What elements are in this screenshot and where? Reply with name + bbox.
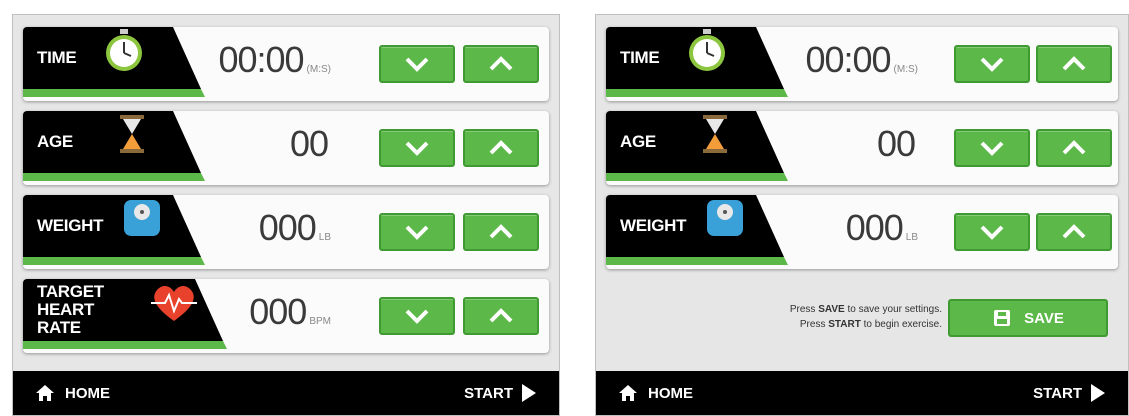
- save-icon: [994, 310, 1011, 326]
- target-heart-rate-value: 000 BPM: [249, 291, 331, 341]
- save-button[interactable]: SAVE: [948, 299, 1108, 337]
- chevron-down-icon: [980, 57, 1004, 72]
- chevron-up-icon: [489, 224, 513, 239]
- chevron-up-icon: [489, 56, 513, 71]
- heart-rate-icon: [151, 285, 197, 321]
- target-heart-rate-setting-row: TARGET HEART RATE 000 BPM: [23, 279, 549, 353]
- weight-value: 000 LB: [259, 207, 331, 257]
- chevron-up-icon: [1062, 140, 1086, 155]
- home-button[interactable]: HOME: [618, 371, 693, 415]
- home-label: HOME: [65, 384, 110, 402]
- target-heart-rate-label-line1: TARGET: [37, 282, 104, 302]
- save-label: SAVE: [1024, 309, 1064, 327]
- weight-unit: LB: [905, 232, 918, 243]
- home-icon: [36, 385, 54, 401]
- time-decrease-button[interactable]: [954, 45, 1030, 83]
- target-heart-rate-decrease-button[interactable]: [379, 297, 455, 335]
- save-instructions-line1: Press SAVE to save your settings.: [789, 304, 942, 315]
- time-setting-row: TIME 00:00 (M:S): [606, 27, 1118, 101]
- age-setting-row: AGE 00: [606, 111, 1118, 185]
- time-value: 00:00 (M:S): [218, 39, 331, 89]
- home-label: HOME: [648, 384, 693, 402]
- start-button[interactable]: START: [1033, 371, 1106, 415]
- target-heart-rate-label-line2: HEART RATE: [37, 300, 95, 337]
- age-value-number: 00: [876, 123, 916, 164]
- save-instructions-line2: Press START to begin exercise.: [799, 318, 942, 330]
- chevron-down-icon: [980, 141, 1004, 156]
- start-button[interactable]: START: [464, 371, 537, 415]
- time-decrease-button[interactable]: [379, 45, 455, 83]
- time-setting-row: TIME 00:00 (M:S): [23, 27, 549, 101]
- weight-increase-button[interactable]: [1036, 213, 1112, 251]
- target-heart-rate-increase-button[interactable]: [463, 297, 539, 335]
- weight-setting-row: WEIGHT 000 LB: [606, 195, 1118, 269]
- settings-list: TIME 00:00 (M:S) AGE 00: [606, 27, 1118, 279]
- time-label: TIME: [37, 48, 77, 68]
- play-icon: [522, 384, 536, 402]
- target-heart-rate-label: TARGET HEART RATE: [37, 279, 104, 341]
- age-label: AGE: [620, 132, 656, 152]
- footer-bar: HOME START: [13, 371, 559, 415]
- target-heart-rate-unit: BPM: [309, 316, 331, 327]
- workout-setup-screen-left: TIME 00:00 (M:S) AGE 00 WEIGHT 000 LB TA…: [12, 14, 560, 416]
- weight-unit: LB: [318, 232, 331, 243]
- weight-decrease-button[interactable]: [954, 213, 1030, 251]
- stopwatch-icon: [106, 29, 142, 71]
- chevron-up-icon: [489, 308, 513, 323]
- scale-icon: [707, 200, 743, 236]
- start-label: START: [1033, 384, 1082, 402]
- time-value: 00:00 (M:S): [805, 39, 918, 89]
- time-increase-button[interactable]: [1036, 45, 1112, 83]
- chevron-up-icon: [1062, 224, 1086, 239]
- weight-label: WEIGHT: [620, 216, 687, 236]
- age-value-number: 00: [289, 123, 329, 164]
- weight-label: WEIGHT: [37, 216, 104, 236]
- weight-increase-button[interactable]: [463, 213, 539, 251]
- age-value: 00: [290, 123, 331, 173]
- hourglass-icon: [703, 115, 727, 153]
- weight-value: 000 LB: [846, 207, 918, 257]
- time-value-number: 00:00: [805, 39, 891, 80]
- footer-bar: HOME START: [596, 371, 1128, 415]
- weight-decrease-button[interactable]: [379, 213, 455, 251]
- time-unit: (M:S): [306, 64, 331, 75]
- save-section: Press SAVE to save your settings. Press …: [606, 291, 1118, 355]
- age-decrease-button[interactable]: [379, 129, 455, 167]
- play-icon: [1091, 384, 1105, 402]
- hourglass-icon: [120, 115, 144, 153]
- settings-list: TIME 00:00 (M:S) AGE 00: [23, 27, 549, 363]
- time-increase-button[interactable]: [463, 45, 539, 83]
- chevron-down-icon: [405, 225, 429, 240]
- weight-value-number: 000: [258, 207, 317, 248]
- time-value-number: 00:00: [218, 39, 304, 80]
- chevron-down-icon: [405, 309, 429, 324]
- chevron-down-icon: [980, 225, 1004, 240]
- stopwatch-icon: [689, 29, 725, 71]
- chevron-up-icon: [1062, 56, 1086, 71]
- target-heart-rate-value-number: 000: [249, 291, 307, 332]
- age-increase-button[interactable]: [1036, 129, 1112, 167]
- weight-value-number: 000: [845, 207, 904, 248]
- time-label: TIME: [620, 48, 660, 68]
- age-increase-button[interactable]: [463, 129, 539, 167]
- save-instructions: Press SAVE to save your settings. Press …: [790, 303, 942, 332]
- time-unit: (M:S): [893, 64, 918, 75]
- chevron-up-icon: [489, 140, 513, 155]
- age-setting-row: AGE 00: [23, 111, 549, 185]
- chevron-down-icon: [405, 141, 429, 156]
- chevron-down-icon: [405, 57, 429, 72]
- age-decrease-button[interactable]: [954, 129, 1030, 167]
- workout-setup-screen-right: TIME 00:00 (M:S) AGE 00 WEIGHT 000 LB Pr…: [595, 14, 1129, 416]
- age-value: 00: [877, 123, 918, 173]
- home-button[interactable]: HOME: [35, 371, 110, 415]
- age-label: AGE: [37, 132, 73, 152]
- scale-icon: [124, 200, 160, 236]
- weight-setting-row: WEIGHT 000 LB: [23, 195, 549, 269]
- start-label: START: [464, 384, 513, 402]
- home-icon: [619, 385, 637, 401]
